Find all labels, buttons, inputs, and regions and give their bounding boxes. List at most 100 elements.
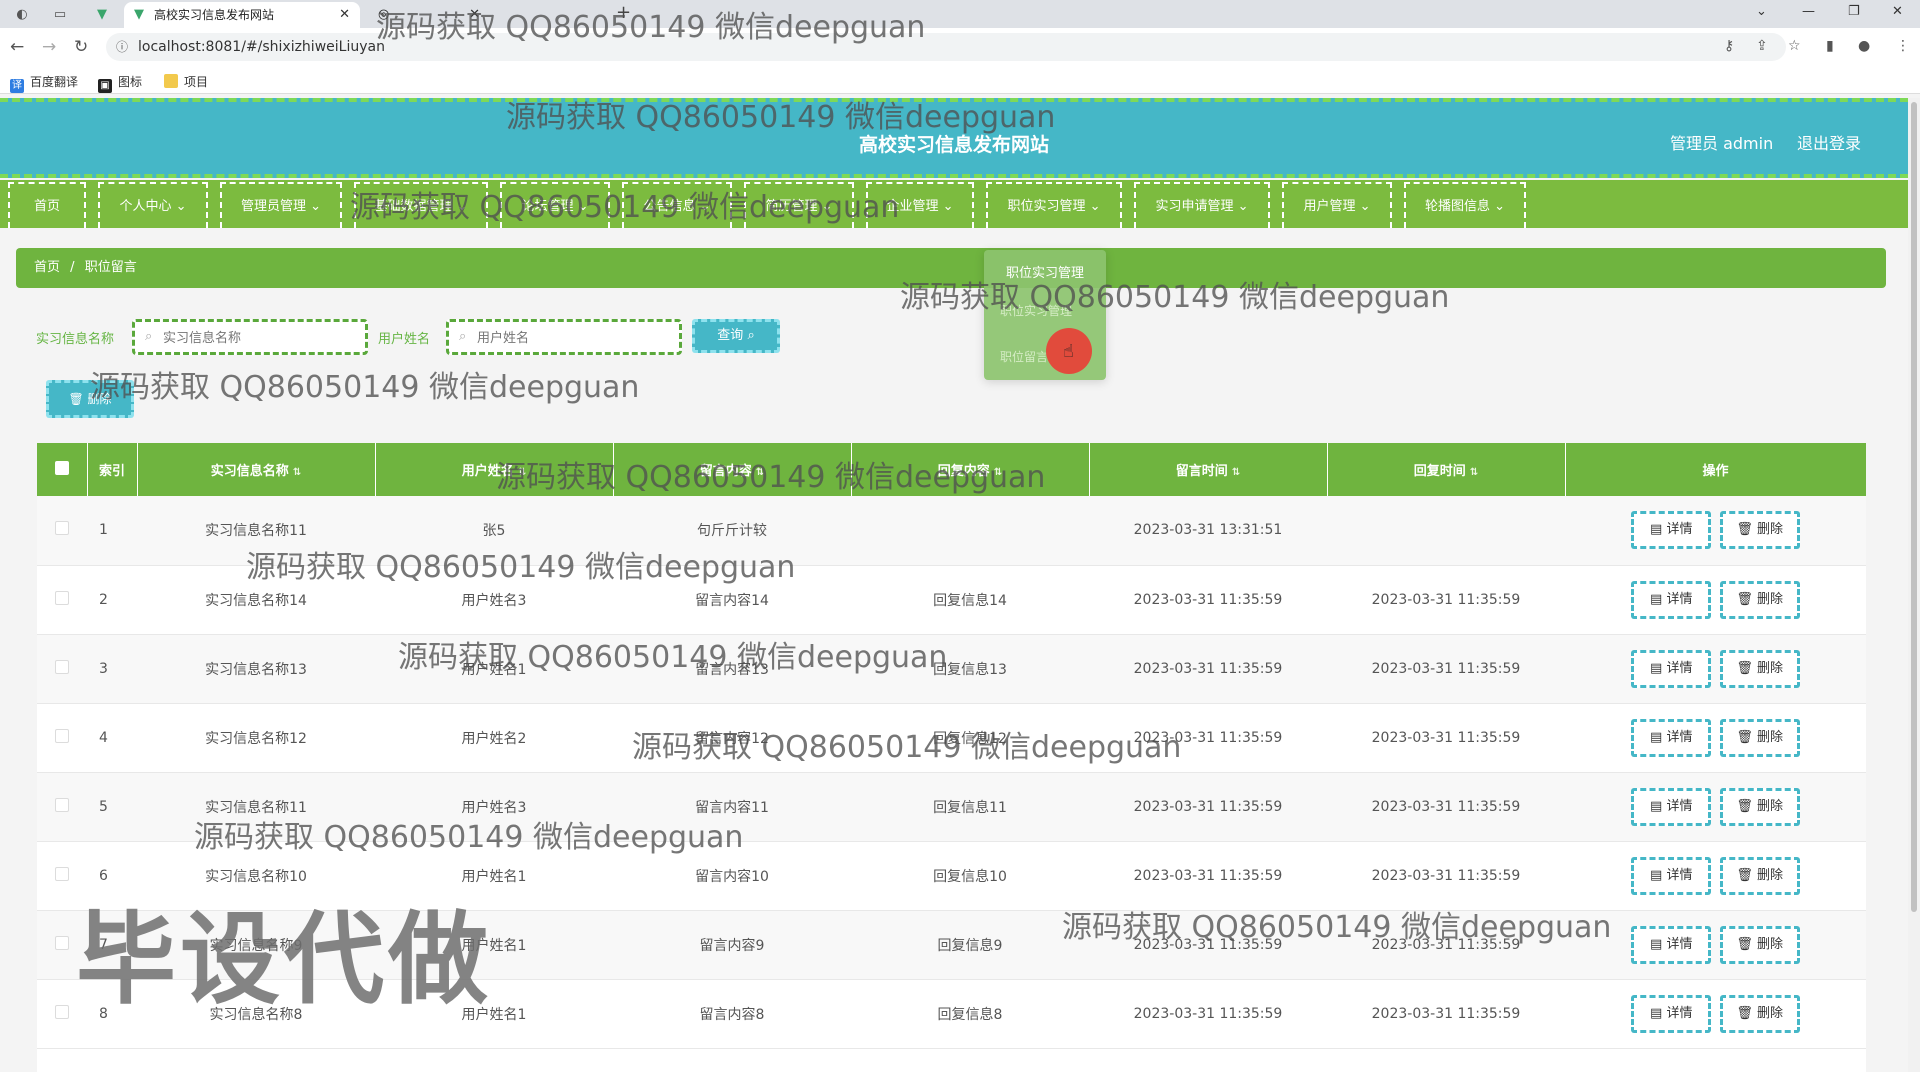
row-checkbox[interactable]: [55, 521, 69, 536]
browser-tab-2[interactable]: ◎ ✕: [368, 2, 608, 28]
reload-icon[interactable]: ↻: [74, 37, 88, 57]
star-icon[interactable]: ☆: [1788, 38, 1801, 54]
detail-button[interactable]: ▤ 详情: [1631, 925, 1712, 964]
delete-button[interactable]: 🗑 删除: [1719, 580, 1800, 619]
menu-item-position[interactable]: 职位实习管理 ⌄: [986, 182, 1122, 228]
browser-tab-strip: ◐ ▭ ▼ ▼ 高校实习信息发布网站 ✕ ◎ ✕ + ⌄ — ❐ ✕: [0, 0, 1920, 28]
sort-icon[interactable]: ⇅: [994, 467, 1002, 478]
sort-icon[interactable]: ⇅: [756, 467, 764, 478]
detail-button[interactable]: ▤ 详情: [1631, 511, 1712, 550]
menu-item-notice[interactable]: 公告信息 ⌄: [622, 182, 732, 228]
detail-button[interactable]: ▤ 详情: [1631, 994, 1712, 1033]
chevron-down-icon: ⌄: [942, 199, 954, 214]
menu-item-forum[interactable]: 论坛管理 ⌄: [500, 182, 610, 228]
row-checkbox[interactable]: [55, 935, 69, 950]
submenu-item-position[interactable]: 职位实习管理: [1000, 302, 1072, 319]
bulk-delete-button[interactable]: 🗑 删除: [46, 380, 134, 418]
user-search-input[interactable]: [449, 322, 679, 352]
column-header-sortable[interactable]: 实习信息名称 ⇅: [137, 443, 376, 496]
sort-icon[interactable]: ⇅: [293, 467, 301, 478]
browser-tab-active[interactable]: ▼ 高校实习信息发布网站 ✕: [124, 2, 360, 28]
menu-item-home[interactable]: 首页: [8, 182, 86, 228]
column-header-sortable[interactable]: 回复内容 ⇅: [851, 443, 1090, 496]
sort-icon[interactable]: ⇅: [1232, 467, 1240, 478]
delete-button[interactable]: 🗑 删除: [1719, 856, 1800, 895]
name-search-field[interactable]: ⌕: [132, 319, 368, 355]
bookmark-item[interactable]: 项目: [164, 73, 208, 90]
menu-item-application[interactable]: 实习申请管理 ⌄: [1134, 182, 1270, 228]
bookmark-item[interactable]: ▣ 图标: [98, 73, 142, 93]
kebab-menu-icon[interactable]: ⋮: [1896, 38, 1910, 54]
close-tab-2-icon[interactable]: ✕: [469, 2, 480, 28]
row-checkbox[interactable]: [55, 659, 69, 674]
scrollbar-thumb[interactable]: [1911, 102, 1917, 912]
column-header-sortable[interactable]: 回复时间 ⇅: [1327, 443, 1566, 496]
column-header-sortable[interactable]: 用户姓名 ⇅: [375, 443, 614, 496]
delete-button[interactable]: 🗑 删除: [1719, 649, 1800, 688]
sort-icon[interactable]: ⇅: [518, 467, 526, 478]
pinned-tab-vue-icon[interactable]: ▼: [88, 4, 116, 26]
pinned-tab-icon[interactable]: ◐: [8, 4, 36, 26]
menu-item-users[interactable]: 用户管理 ⌄: [1282, 182, 1392, 228]
row-actions: ▤ 详情 🗑 删除: [1565, 703, 1866, 773]
share-icon[interactable]: ⇪: [1756, 38, 1768, 54]
delete-button[interactable]: 🗑 删除: [1719, 511, 1800, 550]
detail-button-label: 详情: [1666, 729, 1693, 745]
logout-link[interactable]: 退出登录: [1797, 130, 1861, 154]
row-checkbox[interactable]: [55, 590, 69, 605]
sort-icon[interactable]: ⇅: [1470, 467, 1478, 478]
menu-item-company[interactable]: 企业管理 ⌄: [866, 182, 974, 228]
document-icon: ▤: [1650, 936, 1663, 952]
detail-button[interactable]: ▤ 详情: [1631, 856, 1712, 895]
url-field[interactable]: ⓘ localhost:8081/#/shixizhiweiLiuyan: [106, 33, 1786, 61]
delete-button[interactable]: 🗑 删除: [1719, 787, 1800, 826]
back-icon[interactable]: ←: [10, 37, 24, 57]
column-header-sortable[interactable]: 留言时间 ⇅: [1089, 443, 1328, 496]
close-tab-icon[interactable]: ✕: [339, 2, 350, 28]
detail-button[interactable]: ▤ 详情: [1631, 787, 1712, 826]
delete-button[interactable]: 🗑 删除: [1719, 925, 1800, 964]
row-position-name: 实习信息名称11: [137, 496, 375, 566]
chevron-down-icon: ⌄: [699, 199, 711, 214]
bookmark-item[interactable]: 译百度翻译: [10, 73, 78, 93]
row-position-name: 实习信息名称13: [137, 634, 375, 704]
menu-item-carousel[interactable]: 轮播图信息 ⌄: [1404, 182, 1526, 228]
new-tab-icon[interactable]: +: [616, 2, 631, 23]
menu-item-profile[interactable]: 个人中心 ⌄: [98, 182, 208, 228]
detail-button[interactable]: ▤ 详情: [1631, 580, 1712, 619]
minimize-icon[interactable]: —: [1802, 4, 1815, 19]
row-checkbox[interactable]: [55, 1004, 69, 1019]
menu-item-admin[interactable]: 管理员管理 ⌄: [220, 182, 342, 228]
forward-icon[interactable]: →: [42, 37, 56, 57]
message-table: 索引 实习信息名称 ⇅ 用户姓名 ⇅ 留言内容 ⇅ 回复内容 ⇅ 留言时间 ⇅ 回复时间 ⇅…: [37, 443, 1866, 1072]
menu-item-basic-data[interactable]: 基础数据管理 ⌄: [354, 182, 488, 228]
sidepanel-icon[interactable]: ▮: [1826, 38, 1834, 54]
breadcrumb-home[interactable]: 首页: [34, 260, 60, 275]
row-checkbox[interactable]: [55, 866, 69, 881]
site-info-icon[interactable]: ⓘ: [116, 38, 128, 55]
detail-button[interactable]: ▤ 详情: [1631, 718, 1712, 757]
select-all-checkbox[interactable]: [54, 460, 69, 475]
table-row: 7 实习信息名称9 用户姓名1 留言内容9 回复信息9 2023-03-31 1…: [37, 910, 1866, 980]
row-checkbox[interactable]: [55, 797, 69, 812]
pinned-tab-blank-icon[interactable]: ▭: [46, 4, 74, 26]
restore-icon[interactable]: ❐: [1848, 4, 1860, 19]
name-search-input[interactable]: [135, 322, 365, 352]
menu-item-resume[interactable]: 简历管理 ⌄: [744, 182, 854, 228]
search-button[interactable]: 查询 ⌕: [692, 319, 780, 353]
bookmark-label: 百度翻译: [30, 75, 79, 89]
page-scrollbar[interactable]: [1908, 98, 1920, 1072]
window-close-icon[interactable]: ✕: [1892, 4, 1903, 19]
delete-button[interactable]: 🗑 删除: [1719, 718, 1800, 757]
user-search-field[interactable]: ⌕: [446, 319, 682, 355]
detail-button[interactable]: ▤ 详情: [1631, 649, 1712, 688]
delete-button[interactable]: 🗑 删除: [1719, 994, 1800, 1033]
tab-search-chevron-icon[interactable]: ⌄: [1756, 4, 1767, 19]
profile-icon[interactable]: ●: [1858, 38, 1870, 54]
menu-label: 轮播图信息: [1424, 199, 1490, 214]
row-checkbox[interactable]: [55, 728, 69, 743]
row-message-time: 2023-03-31 11:35:59: [1089, 910, 1327, 980]
key-icon[interactable]: ⚷: [1724, 38, 1734, 54]
submenu-item-message[interactable]: 职位留言: [1000, 348, 1048, 365]
column-header-sortable[interactable]: 留言内容 ⇅: [613, 443, 852, 496]
